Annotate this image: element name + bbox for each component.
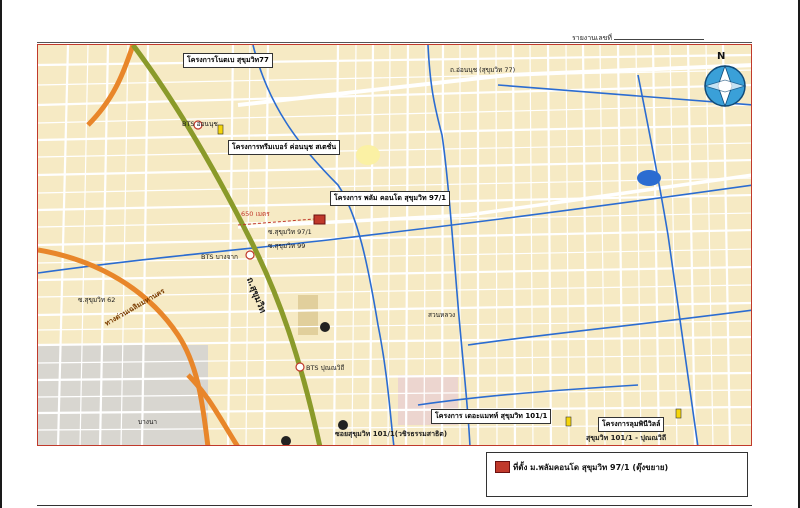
bottom-divider — [37, 505, 752, 506]
top-divider — [37, 42, 752, 43]
location-map: N โครงการโนตเบ สุขุมวิท77 โครงการทรีมเบอ… — [37, 44, 752, 446]
label-bts-onnut: BTS อ่อนนุช — [182, 120, 218, 128]
poi-circle-3 — [281, 436, 291, 445]
label-sukhumvit-101-1-south: สุขุมวิท 101/1 - ปุณณวิถี — [586, 434, 667, 442]
area-label-bangna: บางนา — [138, 418, 158, 426]
project-marker-3 — [565, 416, 572, 427]
compass-letter: N — [717, 51, 726, 62]
building-block — [298, 295, 318, 335]
map-drawing — [38, 45, 751, 445]
report-number-blank — [614, 39, 705, 40]
poi-circle-1 — [320, 322, 330, 332]
project-marker-2 — [675, 408, 682, 419]
callout-plum-97-1: โครงการ พลัม คอนโด สุขุมวิท 97/1 — [330, 191, 451, 206]
callout-metro-101-1: โครงการ เดอะแมทท์ สุขุมวิท 101/1 — [431, 409, 552, 424]
report-number-label: รายงานเลขที่ — [572, 34, 613, 42]
label-bts-punnawithi: BTS ปุณณวิถี — [306, 364, 345, 372]
yellow-spot — [356, 145, 380, 165]
left-page-edge — [0, 0, 2, 508]
compass-icon — [703, 64, 747, 108]
bts-station-2 — [245, 250, 255, 260]
road-label-soi-99: ซ.สุขุมวิท 99 — [268, 242, 306, 250]
callout-lumpini-101-1: โครงการลุมพินีวิลล์ — [598, 417, 665, 432]
road-label-onnut: ถ.อ่อนนุช (สุขุมวิท 77) — [450, 66, 516, 74]
north-arrow: N — [702, 51, 748, 108]
pond — [637, 170, 661, 186]
bts-station-3 — [295, 362, 305, 372]
callout-notinaibar-77: โครงการโนตเบ สุขุมวิท77 — [183, 53, 273, 68]
legend: ที่ตั้ง ม.พลัมคอนโด สุขุมวิท 97/1 (ตุ๊งข… — [486, 452, 748, 497]
road-label-soi-62: ซ.สุขุมวิท 62 — [78, 296, 116, 304]
area-label-suan-luang: สวนหลวง — [428, 311, 456, 319]
legend-site-text: ที่ตั้ง ม.พลัมคอนโด สุขุมวิท 97/1 (ตุ๊งข… — [513, 463, 669, 472]
road-label-soi-101-1: ซอยสุขุมวิท 101/1(วชิรธรรมสาธิต) — [335, 430, 448, 438]
road-label-soi-97-1: ซ.สุขุมวิท 97/1 — [268, 228, 312, 236]
scale-label: 650 เมตร — [241, 210, 270, 218]
report-page: รายงานเลขที่ N โครงการโนตเบ สุขุมวิท77 โ… — [0, 0, 800, 508]
site-marker — [313, 214, 326, 225]
project-marker-1 — [217, 124, 224, 135]
callout-dcondo-onnut: โครงการทรีมเบอร์ ค่อนนุช สเตชั่น — [228, 140, 341, 155]
legend-site-swatch — [495, 461, 510, 473]
label-bts-bangchak: BTS บางจาก — [201, 253, 238, 261]
